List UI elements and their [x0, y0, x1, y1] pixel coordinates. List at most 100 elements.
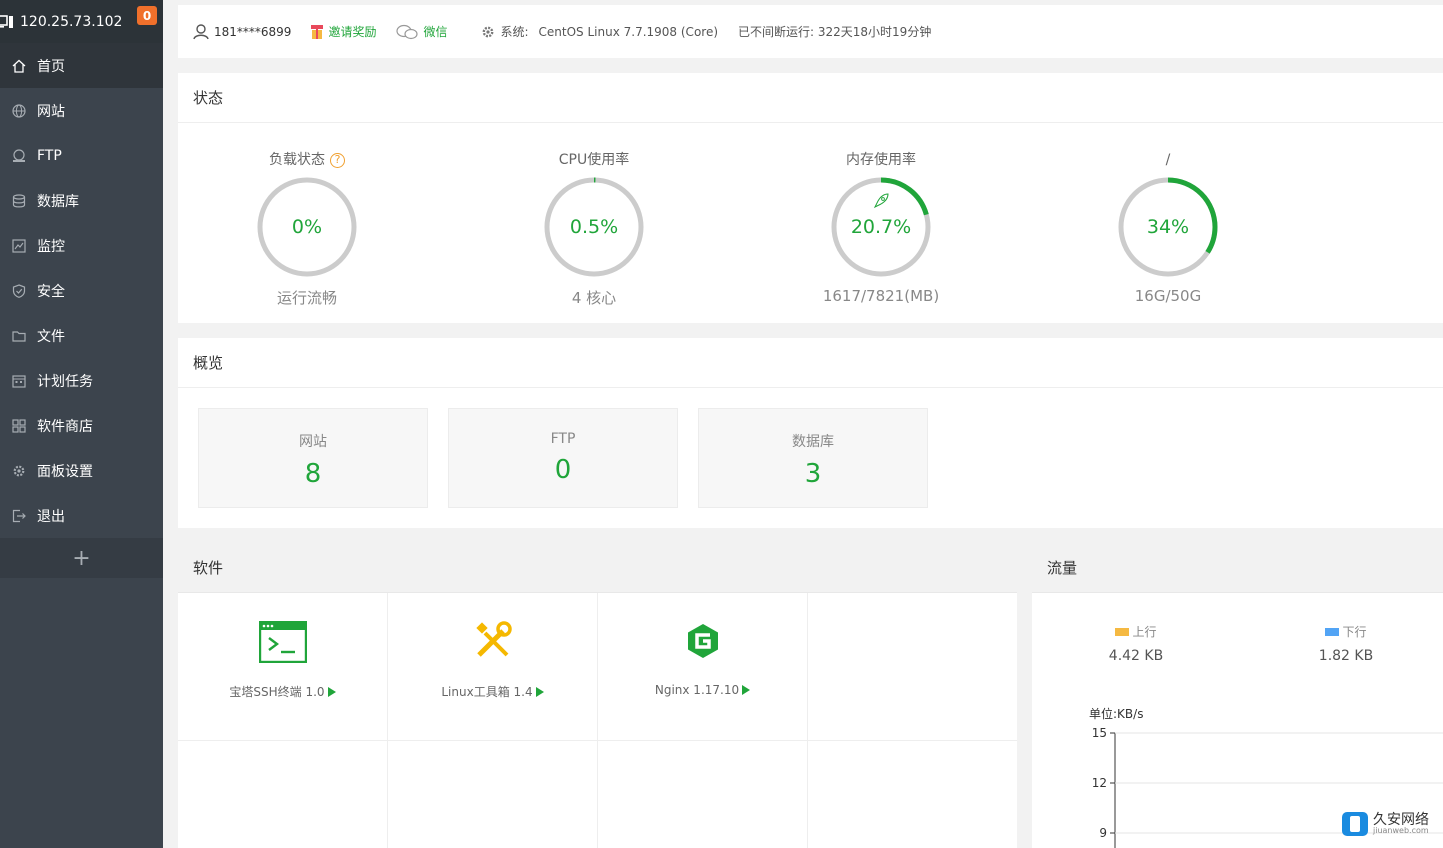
help-icon[interactable]: ?	[330, 152, 345, 168]
gauge-sub: 1617/7821(MB)	[822, 287, 940, 305]
software-cell	[178, 741, 388, 848]
play-icon[interactable]	[742, 685, 751, 695]
overview-box[interactable]: 数据库 3	[698, 408, 928, 508]
wechat-icon	[396, 24, 419, 39]
software-name: 宝塔SSH终端 1.0	[229, 685, 325, 699]
sidebar-item-label: 退出	[37, 508, 65, 525]
sidebar-item-label: 软件商店	[37, 418, 93, 435]
server-icon	[0, 14, 13, 28]
terminal-icon	[258, 621, 307, 663]
watermark-en: jiuanweb.com	[1373, 826, 1429, 835]
software-cell[interactable]: Linux工具箱 1.4	[388, 593, 598, 741]
sidebar-item-shield[interactable]: 安全	[0, 268, 163, 313]
sidebar-item-ftp[interactable]: FTP	[0, 133, 163, 178]
download-legend[interactable]: 下行 1.82 KB	[1286, 623, 1406, 664]
message-badge[interactable]: 0	[137, 6, 157, 25]
software-panel: 软件 宝塔SSH终端 1.0 Linux工具箱 1.4 Nginx 1.17.10	[178, 543, 1017, 848]
home-icon	[12, 59, 26, 73]
gauge-2[interactable]: 内存使用率 20.7% 1617/7821(MB)	[801, 149, 961, 305]
calendar-icon	[12, 374, 26, 388]
sidebar-item-label: 网站	[37, 103, 65, 120]
folder-icon	[12, 330, 26, 342]
play-icon[interactable]	[327, 686, 336, 697]
status-panel: 状态 负载状态? 0% 运行流畅 CPU使用率 0.5% 4 核心 内存使用率 20.7% 16…	[178, 73, 1443, 323]
sidebar-item-globe[interactable]: 网站	[0, 88, 163, 133]
sidebar-item-label: 监控	[37, 238, 65, 255]
traffic-panel: 流量 上行 4.42 KB 下行 1.82 KB 单位:KB/s 15 12 9 久…	[1032, 543, 1443, 848]
sidebar-item-logout[interactable]: 退出	[0, 493, 163, 538]
overview-box[interactable]: 网站 8	[198, 408, 428, 508]
download-swatch	[1325, 627, 1340, 636]
tools-icon	[475, 621, 512, 657]
globe-icon	[12, 103, 26, 118]
upload-legend[interactable]: 上行 4.42 KB	[1076, 623, 1196, 664]
overview-value: 3	[804, 459, 822, 489]
sidebar-item-label: 计划任务	[37, 373, 93, 390]
wechat-link[interactable]: 微信	[396, 23, 447, 40]
overview-value: 8	[304, 459, 322, 489]
apps-icon	[12, 418, 26, 433]
ftp-icon	[13, 148, 25, 162]
y-tick-label: 15	[1092, 726, 1107, 740]
software-cell	[598, 741, 808, 848]
server-ip: 120.25.73.102	[20, 13, 123, 30]
sidebar-item-apps[interactable]: 软件商店	[0, 403, 163, 448]
overview-panel: 概览 网站 8 FTP 0 数据库 3	[178, 338, 1443, 528]
sidebar-item-calendar[interactable]: 计划任务	[0, 358, 163, 403]
sidebar-item-label: 文件	[37, 328, 65, 345]
gauge-title: 负载状态	[269, 152, 325, 168]
software-title: 软件	[178, 543, 1017, 593]
sidebar-item-database[interactable]: 数据库	[0, 178, 163, 223]
chart-unit: 单位:KB/s	[1089, 707, 1144, 721]
invite-reward-link[interactable]: 邀请奖励	[311, 23, 376, 40]
gear-icon	[13, 465, 25, 476]
upload-label: 上行	[1132, 625, 1157, 639]
overview-box[interactable]: FTP 0	[448, 408, 678, 508]
sidebar-item-folder[interactable]: 文件	[0, 313, 163, 358]
software-cell[interactable]: 宝塔SSH终端 1.0	[178, 593, 388, 741]
gauge-title: 内存使用率	[846, 152, 916, 168]
sidebar: 120.25.73.102 0 首页网站 FTP 数据库监控安全文件计划任务软件商店…	[0, 0, 163, 848]
user-account[interactable]: 181****6899	[193, 23, 291, 40]
y-tick-label: 9	[1099, 826, 1107, 840]
status-title: 状态	[178, 73, 1443, 123]
traffic-title: 流量	[1032, 543, 1443, 593]
software-name: Linux工具箱 1.4	[441, 685, 533, 699]
sidebar-item-gear[interactable]: 面板设置	[0, 448, 163, 493]
gauge-0[interactable]: 负载状态? 0% 运行流畅	[227, 149, 387, 308]
play-icon[interactable]	[535, 686, 544, 697]
gauge-sub: 运行流畅	[276, 289, 337, 307]
top-info-bar: 181****6899 邀请奖励 微信 系统: CentOS Linux 7.7…	[178, 5, 1443, 58]
gauge-1[interactable]: CPU使用率 0.5% 4 核心	[514, 149, 674, 308]
monitor-icon	[12, 238, 26, 253]
gauge-sub: 4 核心	[571, 289, 617, 307]
add-menu-button[interactable]: +	[0, 538, 163, 578]
gauges: 负载状态? 0% 运行流畅 CPU使用率 0.5% 4 核心 内存使用率 20.7% 1617/…	[178, 123, 1443, 323]
overview-label: FTP	[550, 431, 576, 447]
server-header: 120.25.73.102 0	[0, 0, 163, 43]
gauge-value: 34%	[1146, 216, 1190, 238]
watermark-logo: 久安网络 jiuanweb.com	[1342, 812, 1429, 836]
user-icon	[193, 23, 209, 39]
system-label: 系统:	[500, 25, 529, 39]
software-cell[interactable]: Nginx 1.17.10	[598, 593, 808, 741]
y-tick-label: 12	[1092, 776, 1107, 790]
sidebar-item-home[interactable]: 首页	[0, 43, 163, 88]
system-info: 系统: CentOS Linux 7.7.1908 (Core)	[481, 23, 718, 40]
sidebar-item-label: 数据库	[37, 193, 79, 210]
software-name: Nginx 1.17.10	[654, 683, 740, 697]
database-icon	[12, 193, 26, 207]
gauge-3[interactable]: / 34% 16G/50G	[1088, 149, 1248, 305]
sidebar-menu: 首页网站 FTP 数据库监控安全文件计划任务软件商店面板设置退出	[0, 43, 163, 538]
sidebar-item-label: 面板设置	[37, 463, 93, 480]
overview-label: 网站	[299, 434, 327, 450]
nginx-icon	[687, 624, 718, 658]
gauge-sub: 16G/50G	[1134, 287, 1202, 305]
software-cell	[808, 593, 1017, 741]
watermark-cn: 久安网络	[1373, 812, 1429, 828]
overview-title: 概览	[178, 338, 1443, 388]
system-value: CentOS Linux 7.7.1908 (Core)	[538, 24, 719, 39]
sidebar-item-monitor[interactable]: 监控	[0, 223, 163, 268]
shield-icon	[12, 283, 26, 298]
software-cell	[388, 741, 598, 848]
